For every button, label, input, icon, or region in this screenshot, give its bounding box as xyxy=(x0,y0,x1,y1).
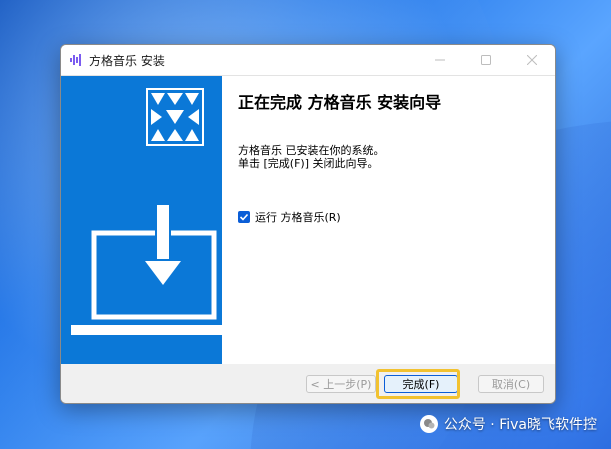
app-waveform-icon xyxy=(69,53,83,67)
wizard-content: 正在完成 方格音乐 安装向导 方格音乐 已安装在你的系统。 单击 [完成(F)]… xyxy=(61,76,555,364)
run-app-option[interactable]: 运行 方格音乐(R) xyxy=(238,209,341,225)
cancel-button[interactable]: 取消(C) xyxy=(478,375,544,393)
back-button[interactable]: < 上一步(P) xyxy=(306,375,376,393)
wizard-sidebar xyxy=(61,76,222,364)
triangle-logo-icon xyxy=(146,88,204,146)
installer-window: 方格音乐 安装 正在完成 方格音乐 安装向导 方格音乐 已安装在你的系统。 单击… xyxy=(60,44,556,404)
minimize-icon[interactable] xyxy=(417,45,463,75)
run-app-checkbox[interactable] xyxy=(238,211,250,223)
run-app-label[interactable]: 运行 方格音乐(R) xyxy=(255,209,341,225)
close-icon[interactable] xyxy=(509,45,555,75)
maximize-icon[interactable] xyxy=(463,45,509,75)
finish-instruction-text: 单击 [完成(F)] 关闭此向导。 xyxy=(238,157,379,170)
wizard-main: 正在完成 方格音乐 安装向导 方格音乐 已安装在你的系统。 单击 [完成(F)]… xyxy=(222,76,555,364)
chat-bubble-icon xyxy=(419,415,438,433)
window-title: 方格音乐 安装 xyxy=(89,53,165,68)
watermark: 公众号 · Fiva晓飞软件控 xyxy=(419,414,597,434)
checkmark-icon xyxy=(239,213,249,221)
wizard-heading: 正在完成 方格音乐 安装向导 xyxy=(238,93,442,112)
title-bar[interactable]: 方格音乐 安装 xyxy=(61,45,555,76)
button-bar: < 上一步(P) 完成(F) 取消(C) xyxy=(61,365,555,403)
watermark-text: 公众号 · Fiva晓飞软件控 xyxy=(443,417,597,433)
finish-button-highlight xyxy=(376,369,460,399)
download-laptop-icon xyxy=(71,201,222,345)
